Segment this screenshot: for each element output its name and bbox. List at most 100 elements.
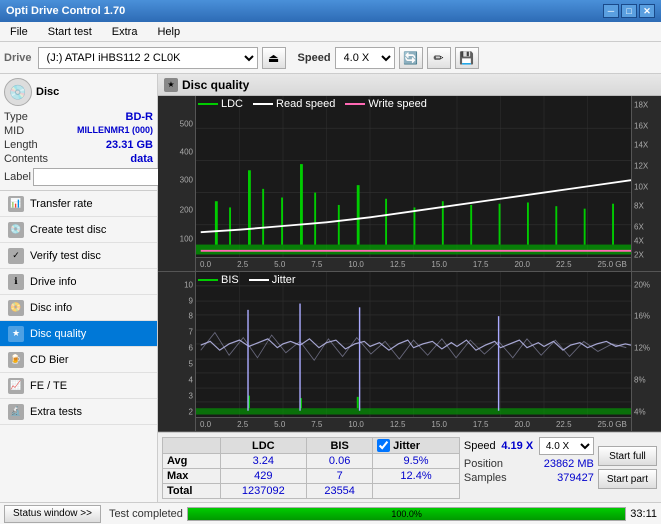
bottom-chart-svg [196, 272, 631, 417]
title-bar: Opti Drive Control 1.70 ─ □ ✕ [0, 0, 661, 22]
y-label-20pct: 20% [634, 280, 650, 289]
bottom-chart: BIS Jitter 10 9 8 7 6 5 4 3 2 20% [158, 272, 661, 432]
status-time: 33:11 [630, 508, 657, 520]
verify-test-disc-label: Verify test disc [30, 250, 101, 262]
sidebar-item-drive-info[interactable]: ℹ Drive info [0, 269, 157, 295]
x-20: 20.0 [514, 260, 530, 269]
create-test-disc-icon: 💿 [8, 222, 24, 238]
progress-text: 100.0% [391, 509, 422, 519]
col-ldc: LDC [220, 438, 307, 454]
create-test-disc-label: Create test disc [30, 224, 106, 236]
sidebar-item-transfer-rate[interactable]: 📊 Transfer rate [0, 191, 157, 217]
start-full-button[interactable]: Start full [598, 446, 657, 466]
speed-sel[interactable]: 4.0 X 8.0 X [539, 437, 594, 455]
position-label: Position [464, 458, 528, 470]
y-label-18x: 18X [634, 100, 648, 109]
y-label-10: 10 [184, 280, 193, 289]
fe-te-label: FE / TE [30, 380, 67, 392]
disc-quality-label: Disc quality [30, 328, 86, 340]
y-label-10x: 10X [634, 182, 648, 191]
sidebar-item-fe-te[interactable]: 📈 FE / TE [0, 373, 157, 399]
save-button[interactable]: 💾 [455, 47, 479, 69]
y-label-6x: 6X [634, 223, 644, 232]
contents-key: Contents [4, 153, 48, 165]
avg-label: Avg [163, 454, 221, 469]
jitter-label: Jitter [393, 440, 420, 452]
col-bis: BIS [307, 438, 373, 454]
bottom-chart-legend: BIS Jitter [198, 274, 296, 286]
app-title: Opti Drive Control 1.70 [6, 5, 125, 17]
eject-button[interactable]: ⏏ [262, 47, 286, 69]
y-label-4: 4 [189, 376, 193, 385]
length-key: Length [4, 139, 38, 151]
edit-button[interactable]: ✏ [427, 47, 451, 69]
fe-te-icon: 📈 [8, 378, 24, 394]
y-label-8x: 8X [634, 202, 644, 211]
refresh-button[interactable]: 🔄 [399, 47, 423, 69]
samples-val: 379427 [530, 472, 594, 484]
top-x-axis: 0.0 2.5 5.0 7.5 10.0 12.5 15.0 17.5 20.0… [196, 257, 631, 271]
speed-current-val: 4.19 X [501, 440, 533, 452]
legend-bis: BIS [221, 274, 239, 286]
bx-5: 5.0 [274, 420, 285, 429]
menu-extra[interactable]: Extra [106, 25, 144, 39]
y-label-16x: 16X [634, 121, 648, 130]
content-area: ★ Disc quality LDC Read speed Write spee… [158, 74, 661, 502]
y-label-200: 200 [180, 205, 193, 214]
x-7_5: 7.5 [311, 260, 322, 269]
menu-help[interactable]: Help [151, 25, 186, 39]
disc-quality-icon: ★ [8, 326, 24, 342]
jitter-checkbox[interactable] [377, 439, 390, 452]
bottom-chart-plot [196, 272, 631, 417]
bx-12_5: 12.5 [390, 420, 406, 429]
sidebar-item-cd-bier[interactable]: 🍺 CD Bier [0, 347, 157, 373]
transfer-rate-label: Transfer rate [30, 198, 93, 210]
maximize-button[interactable]: □ [621, 4, 637, 18]
sidebar-item-disc-info[interactable]: 📀 Disc info [0, 295, 157, 321]
sidebar-item-create-test-disc[interactable]: 💿 Create test disc [0, 217, 157, 243]
speed-current-label: Speed [464, 440, 496, 452]
bottom-y-axis-right: 20% 16% 12% 8% 4% [631, 272, 661, 431]
stats-table: LDC BIS Jitter Avg 3.24 0.06 [162, 437, 460, 499]
disc-info-icon: 📀 [8, 300, 24, 316]
legend-write-speed: Write speed [368, 98, 427, 110]
col-jitter-check[interactable]: Jitter [373, 438, 460, 454]
x-15: 15.0 [431, 260, 447, 269]
bottom-y-axis-left: 10 9 8 7 6 5 4 3 2 [158, 272, 196, 431]
bx-7_5: 7.5 [311, 420, 322, 429]
y-label-8pct: 8% [634, 376, 646, 385]
drive-select[interactable]: (J:) ATAPI iHBS112 2 CL0K [38, 47, 258, 69]
x-2_5: 2.5 [237, 260, 248, 269]
charts-container: LDC Read speed Write speed 500 400 300 2… [158, 96, 661, 432]
top-y-axis-left: 500 400 300 200 100 [158, 96, 196, 271]
y-label-500: 500 [180, 119, 193, 128]
menu-start-test[interactable]: Start test [42, 25, 98, 39]
x-12_5: 12.5 [390, 260, 406, 269]
start-part-button[interactable]: Start part [598, 469, 657, 489]
disc-icon: 💿 [4, 78, 32, 106]
y-label-2x: 2X [634, 251, 644, 260]
total-label: Total [163, 484, 221, 499]
top-chart: LDC Read speed Write speed 500 400 300 2… [158, 96, 661, 272]
minimize-button[interactable]: ─ [603, 4, 619, 18]
x-17_5: 17.5 [473, 260, 489, 269]
y-label-9: 9 [189, 296, 193, 305]
y-label-4x: 4X [634, 237, 644, 246]
max-label: Max [163, 469, 221, 484]
y-label-8: 8 [189, 312, 193, 321]
stats-right: Speed 4.19 X 4.0 X 8.0 X Position 23862 … [464, 437, 594, 498]
sidebar-item-disc-quality[interactable]: ★ Disc quality [0, 321, 157, 347]
stats-area: LDC BIS Jitter Avg 3.24 0.06 [158, 432, 661, 502]
sidebar-item-verify-test-disc[interactable]: ✓ Verify test disc [0, 243, 157, 269]
mid-val: MILLENMR1 (000) [77, 125, 153, 137]
y-label-16pct: 16% [634, 312, 650, 321]
speed-select[interactable]: 4.0 X 8.0 X 12.0 X [335, 47, 395, 69]
close-button[interactable]: ✕ [639, 4, 655, 18]
type-key: Type [4, 111, 28, 123]
label-input[interactable] [33, 168, 171, 186]
drive-info-label: Drive info [30, 276, 76, 288]
status-window-button[interactable]: Status window >> [4, 505, 101, 523]
menu-file[interactable]: File [4, 25, 34, 39]
sidebar-item-extra-tests[interactable]: 🔬 Extra tests [0, 399, 157, 425]
y-label-4pct: 4% [634, 407, 646, 416]
